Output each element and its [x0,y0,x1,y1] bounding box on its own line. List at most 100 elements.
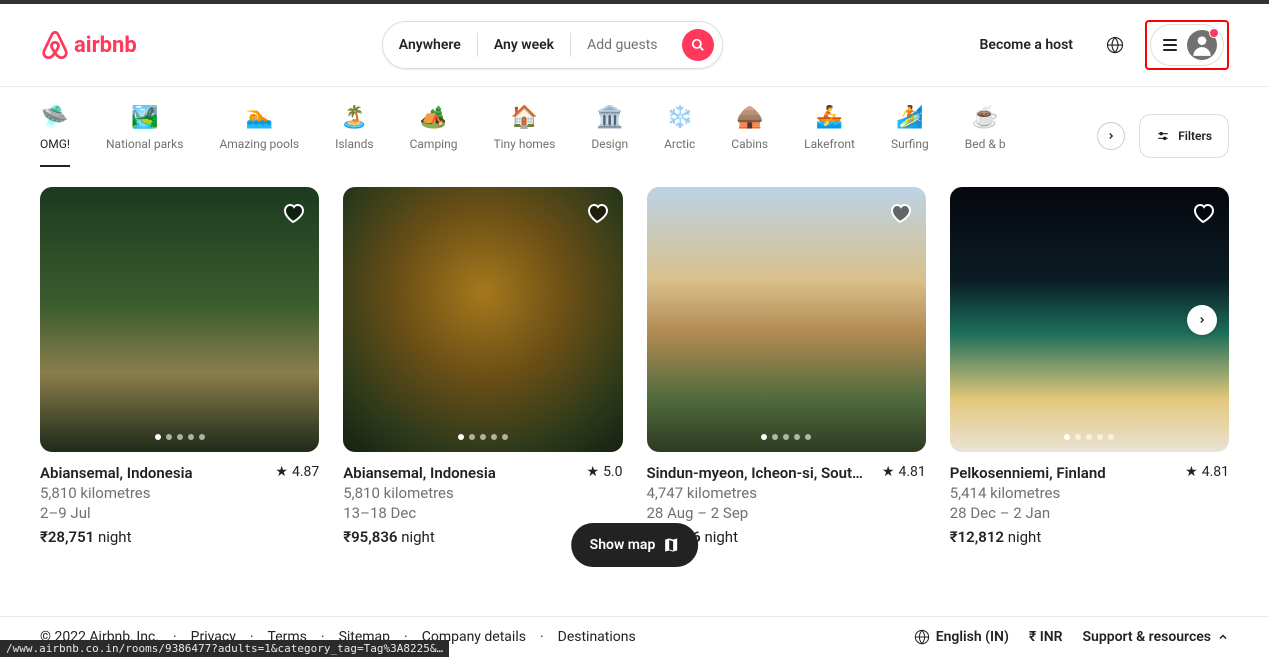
map-icon [663,537,679,553]
search-button[interactable] [682,29,714,61]
image-dots [40,434,319,440]
chevron-up-icon [1217,631,1229,643]
heart-icon [888,201,912,225]
category-icon: 🏊 [246,105,273,129]
wishlist-button[interactable] [888,201,912,229]
category-icon: 🚣 [816,105,843,129]
category-camping[interactable]: 🏕️Camping [410,105,458,167]
wishlist-button[interactable] [585,201,609,229]
listing-distance: 5,414 kilometres [950,484,1229,502]
search-guests[interactable]: Add guests [571,37,673,53]
chevron-right-icon [1106,131,1116,141]
category-icon: 🛖 [736,105,763,129]
category-label: National parks [106,137,183,151]
category-omg-[interactable]: 🛸OMG! [40,105,70,167]
globe-icon [914,629,930,645]
category-icon: ☕ [971,105,998,129]
category-lakefront[interactable]: 🚣 Lakefront [804,105,855,167]
listing-dates: 28 Dec – 2 Jan [950,504,1229,522]
image-next-button[interactable] [1187,305,1217,335]
status-url-bar: /www.airbnb.co.in/rooms/9386477?adults=1… [0,640,449,657]
chevron-right-icon [1197,315,1207,325]
filters-label: Filters [1178,129,1212,143]
category-icon: ❄️ [666,105,693,129]
category-label: Lakefront [804,137,855,151]
user-menu-highlight [1145,20,1229,70]
category-icon: 🛸 [41,105,68,129]
listing-distance: 4,747 kilometres [647,484,926,502]
listing-price: ₹12,812 night [950,528,1229,546]
listing-rating: ★ 4.87 [275,464,319,480]
language-button[interactable] [1095,25,1135,65]
search-pill: Anywhere Any week Add guests [382,21,723,69]
listing-image [40,187,319,452]
listing-dates: 2–9 Jul [40,504,319,522]
search-anywhere[interactable]: Anywhere [383,37,477,53]
listing-card[interactable]: Sindun-myeon, Icheon-si, Sout… ★ 4.81 4,74… [647,187,926,546]
category-icon: 🏞️ [131,105,158,129]
category-label: Cabins [731,137,768,151]
listing-rating: ★ 5.0 [587,464,623,480]
listing-image [343,187,622,452]
category-label: Design [591,137,628,151]
notification-dot [1209,28,1219,38]
show-map-label: Show map [590,537,656,553]
wishlist-button[interactable] [281,201,305,229]
listing-card[interactable]: Abiansemal, Indonesia★ 5.05,810 kilometr… [343,187,622,546]
listing-price: ₹28,751 night [40,528,319,546]
category-label: Amazing pools [219,137,299,151]
category-tiny-homes[interactable]: 🏠 Tiny homes [493,105,555,167]
user-menu-button[interactable] [1150,24,1224,66]
heart-icon [585,201,609,225]
category-arctic[interactable]: ❄️ Arctic [664,105,695,167]
category-label: Tiny homes [493,137,555,151]
listing-location: Sindun-myeon, Icheon-si, Sout… [647,464,863,482]
listing-rating: ★ 4.81 [882,464,926,480]
listing-image [950,187,1229,452]
airbnb-logo-icon [40,29,70,61]
heart-icon [281,201,305,225]
category-icon: 🏕️ [420,105,447,129]
category-label: Arctic [664,137,695,151]
footer-destinations[interactable]: Destinations [558,629,636,645]
listing-location: Abiansemal, Indonesia [40,464,193,482]
category-islands[interactable]: 🏝️ Islands [335,105,374,167]
category-label: Bed & b [965,137,1006,151]
wishlist-button[interactable] [1191,201,1215,229]
logo[interactable]: airbnb [40,29,137,61]
listing-card[interactable]: Pelkosenniemi, Finland ★ 4.81 5,414 kilome… [950,187,1229,546]
category-label: Islands [335,137,374,151]
category-cabins[interactable]: 🛖 Cabins [731,105,768,167]
search-anyweek[interactable]: Any week [478,37,570,53]
category-icon: 🏝️ [341,105,368,129]
globe-icon [1106,36,1124,54]
show-map-button[interactable]: Show map [571,523,699,567]
category-national-parks[interactable]: 🏞️ National parks [106,105,183,167]
hamburger-icon [1163,39,1177,51]
search-icon [691,38,705,52]
listing-rating: ★ 4.81 [1185,464,1229,480]
categories-next-button[interactable] [1097,122,1125,150]
category-amazing-pools[interactable]: 🏊 Amazing pools [219,105,299,167]
listing-dates: 28 Aug – 2 Sep [647,504,926,522]
brand-text: airbnb [74,33,137,58]
footer-language[interactable]: English (IN) [914,629,1009,645]
category-bed-b[interactable]: ☕ Bed & b [965,105,1006,167]
listing-distance: 5,810 kilometres [343,484,622,502]
become-host-link[interactable]: Become a host [968,25,1085,65]
footer-support[interactable]: Support & resources [1083,629,1229,645]
category-icon: 🏛️ [596,105,623,129]
image-dots [343,434,622,440]
listing-location: Pelkosenniemi, Finland [950,464,1106,482]
category-design[interactable]: 🏛️ Design [591,105,628,167]
category-surfing[interactable]: 🏄Surfing [891,105,929,167]
heart-icon [1191,201,1215,225]
listing-image [647,187,926,452]
category-icon: 🏠 [511,105,538,129]
sliders-icon [1156,129,1170,143]
footer-currency[interactable]: ₹ INR [1029,629,1063,645]
category-label: Surfing [891,137,929,151]
listing-distance: 5,810 kilometres [40,484,319,502]
filters-button[interactable]: Filters [1139,114,1229,158]
listing-card[interactable]: Abiansemal, Indonesia ★ 4.87 5,810 kilomet… [40,187,319,546]
